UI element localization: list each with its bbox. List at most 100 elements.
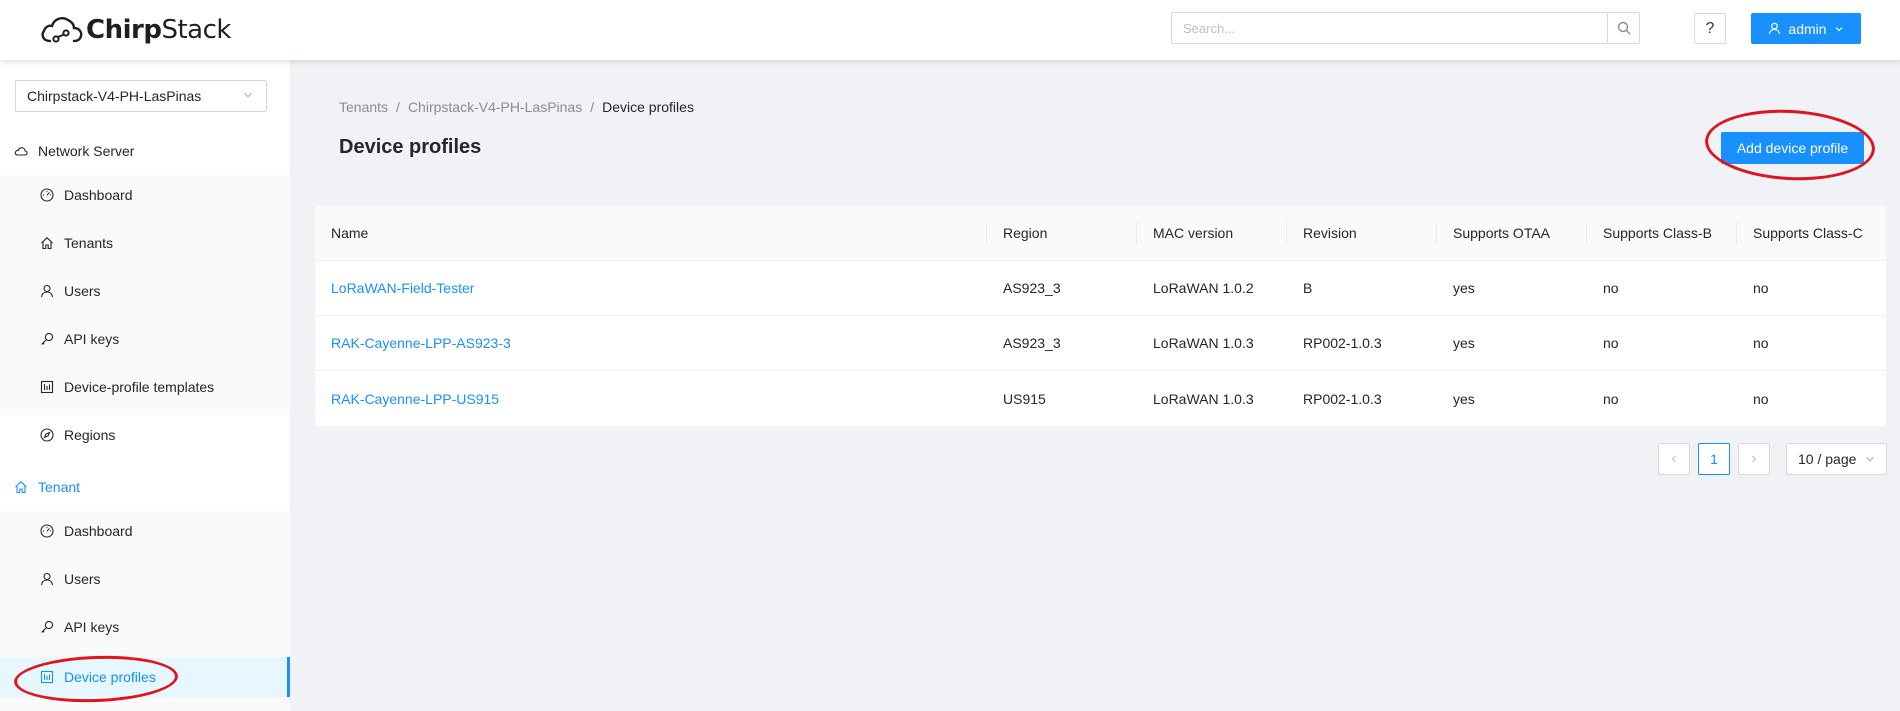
column-header-supports-otaa: Supports OTAA <box>1437 206 1587 260</box>
user-icon <box>40 284 54 298</box>
dashboard-icon <box>40 188 54 202</box>
column-header-supports-class-c: Supports Class-C <box>1753 225 1863 241</box>
sidebar-item-tenant-dashboard[interactable]: Dashboard <box>0 511 290 551</box>
sidebar-item-label: API keys <box>64 619 120 635</box>
key-icon <box>40 620 54 634</box>
sidebar-item-ns-api-keys[interactable]: API keys <box>0 319 290 359</box>
sidebar-item-ns-dashboard[interactable]: Dashboard <box>0 175 290 215</box>
cell-revision: RP002-1.0.3 <box>1303 390 1382 407</box>
sidebar-item-label: Dashboard <box>64 187 133 203</box>
breadcrumb: Tenants / Chirpstack-V4-PH-LasPinas / De… <box>339 99 694 115</box>
table-row: RAK-Cayenne-LPP-US915 US915 LoRaWAN 1.0.… <box>315 371 1886 426</box>
cloud-icon <box>14 144 28 158</box>
user-name: admin <box>1788 20 1827 37</box>
device-profile-link[interactable]: LoRaWAN-Field-Tester <box>331 280 474 296</box>
breadcrumb-tenant-name[interactable]: Chirpstack-V4-PH-LasPinas <box>408 99 582 115</box>
cell-supports-class-b: no <box>1603 390 1619 407</box>
cell-region: US915 <box>1003 390 1046 407</box>
sidebar-item-label: Regions <box>64 427 116 443</box>
sidebar-item-device-profiles[interactable]: Device profiles <box>0 657 290 697</box>
chevron-left-icon <box>1671 455 1676 463</box>
logo-text: ChirpStack <box>86 15 231 45</box>
user-menu-button[interactable]: admin <box>1751 13 1861 44</box>
cell-name: RAK-Cayenne-LPP-AS923-3 <box>315 316 987 370</box>
pagination-page-1[interactable]: 1 <box>1698 443 1730 475</box>
column-header-mac-version: MAC version <box>1137 206 1287 260</box>
chevron-down-icon <box>1835 26 1842 31</box>
user-icon <box>1769 22 1781 35</box>
sidebar-item-device-profile-templates[interactable]: Device-profile templates <box>0 367 290 407</box>
tenant-select[interactable]: Chirpstack-V4-PH-LasPinas <box>15 80 267 112</box>
cell-mac-version: LoRaWAN 1.0.2 <box>1153 280 1254 296</box>
add-device-profile-button[interactable]: Add device profile <box>1721 132 1864 164</box>
cell-revision: B <box>1303 280 1313 296</box>
column-header-region: Region <box>987 206 1137 260</box>
menu-group-label: Tenant <box>38 479 81 495</box>
page-title: Device profiles <box>339 136 482 158</box>
chirpstack-logo[interactable]: ChirpStack <box>40 10 231 50</box>
home-icon <box>40 236 54 250</box>
menu-group-label: Network Server <box>38 143 135 159</box>
search-icon <box>1617 21 1630 35</box>
table-row: RAK-Cayenne-LPP-AS923-3 AS923_3 LoRaWAN … <box>315 316 1886 371</box>
search-input[interactable] <box>1172 13 1607 43</box>
column-header-revision: Revision <box>1287 206 1437 260</box>
search-box <box>1171 12 1640 44</box>
sidebar-item-label: API keys <box>64 331 120 347</box>
menu-group-network-server[interactable]: Network Server <box>0 127 290 175</box>
sidebar: Chirpstack-V4-PH-LasPinas Network Server… <box>0 60 290 711</box>
key-icon <box>40 332 54 346</box>
breadcrumb-current: Device profiles <box>602 99 694 115</box>
cell-region: AS923_3 <box>1003 280 1061 296</box>
search-button[interactable] <box>1607 13 1639 43</box>
cell-name: RAK-Cayenne-LPP-US915 <box>315 371 987 426</box>
sidebar-item-tenants[interactable]: Tenants <box>0 223 290 263</box>
cell-supports-otaa: yes <box>1453 335 1475 351</box>
sidebar-item-label: Users <box>64 571 101 587</box>
sidebar-item-regions[interactable]: Regions <box>0 415 290 455</box>
column-header-name: Name <box>315 206 987 260</box>
sidebar-item-label: Device profiles <box>64 669 156 685</box>
chevron-right-icon <box>1752 455 1757 463</box>
tenant-select-value: Chirpstack-V4-PH-LasPinas <box>27 88 202 104</box>
cell-supports-class-c: no <box>1753 335 1769 351</box>
sidebar-item-label: Users <box>64 283 101 299</box>
template-icon <box>40 670 54 684</box>
template-icon <box>40 380 54 394</box>
chevron-down-icon <box>243 92 253 98</box>
compass-icon <box>40 428 54 442</box>
page-size-value: 10 / page <box>1798 451 1857 467</box>
breadcrumb-tenants[interactable]: Tenants <box>339 99 388 115</box>
sidebar-item-tenant-users[interactable]: Users <box>0 559 290 599</box>
page-size-select[interactable]: 10 / page <box>1786 443 1887 475</box>
top-header: ChirpStack ? admin <box>0 0 1900 60</box>
cell-revision: RP002-1.0.3 <box>1303 335 1382 351</box>
help-button[interactable]: ? <box>1694 13 1726 44</box>
cell-region: AS923_3 <box>1003 335 1061 351</box>
cell-supports-class-b: no <box>1603 280 1619 296</box>
home-icon <box>14 480 28 494</box>
cell-supports-otaa: yes <box>1453 390 1475 407</box>
table-header-row: Name Region MAC version Revision Support… <box>315 206 1886 261</box>
pagination-next-button[interactable] <box>1738 443 1770 475</box>
breadcrumb-separator: / <box>590 99 595 115</box>
user-icon <box>40 572 54 586</box>
cell-mac-version: LoRaWAN 1.0.3 <box>1153 390 1254 407</box>
cell-mac-version: LoRaWAN 1.0.3 <box>1153 335 1254 351</box>
dashboard-icon <box>40 524 54 538</box>
sidebar-item-ns-users[interactable]: Users <box>0 271 290 311</box>
device-profile-link[interactable]: RAK-Cayenne-LPP-AS923-3 <box>331 335 511 351</box>
pagination-prev-button[interactable] <box>1658 443 1690 475</box>
table-row: LoRaWAN-Field-Tester AS923_3 LoRaWAN 1.0… <box>315 261 1886 316</box>
cell-name: LoRaWAN-Field-Tester <box>315 261 987 315</box>
cell-supports-class-c: no <box>1753 390 1769 407</box>
cell-supports-otaa: yes <box>1453 280 1475 296</box>
breadcrumb-separator: / <box>396 99 400 115</box>
sidebar-item-label: Device-profile templates <box>64 379 215 395</box>
sidebar-item-label: Tenants <box>64 235 114 251</box>
sidebar-item-tenant-api-keys[interactable]: API keys <box>0 607 290 647</box>
device-profile-link[interactable]: RAK-Cayenne-LPP-US915 <box>331 391 499 407</box>
device-profiles-table: Name Region MAC version Revision Support… <box>315 206 1886 426</box>
column-header-supports-class-b: Supports Class-B <box>1587 206 1737 260</box>
menu-group-tenant[interactable]: Tenant <box>0 463 290 511</box>
